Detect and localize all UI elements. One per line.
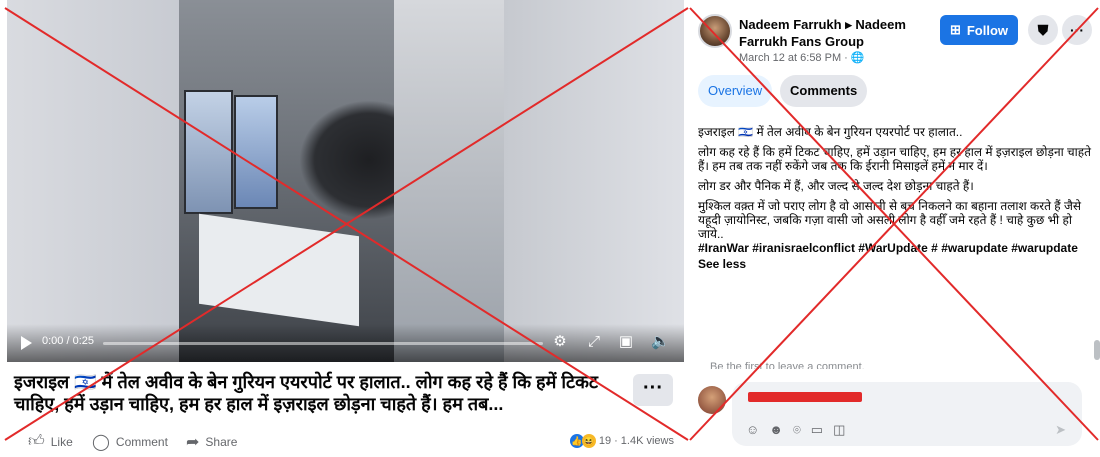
follow-label: Follow [966,22,1009,38]
first-comment-prompt: Be the first to leave a comment. [710,361,865,369]
scene-fridge [184,90,233,214]
gif-icon[interactable]: ▭ [811,422,823,438]
share-button[interactable]: ➦ Share [186,432,237,452]
play-icon[interactable] [21,336,32,350]
post-actions: 👍︎ Like ◯ Comment ➦ Share 👍 😆 19 · 1.4K … [0,424,688,457]
scrollbar[interactable] [1094,340,1100,360]
tab-overview[interactable]: Overview [698,75,773,107]
emoji-icon[interactable]: ☻ [769,422,783,438]
like-icon: 👍︎ [28,433,45,450]
more-options-button[interactable]: ··· [633,374,673,406]
follow-icon: ⊞ [949,22,961,37]
video-controls: 0:00 / 0:25 ⚙ ⤢ ▣ 🔈 [7,324,684,362]
reaction-count[interactable]: 19 [599,435,611,447]
send-icon[interactable]: ➤ [1055,422,1066,438]
more-icon[interactable]: ··· [1062,15,1092,45]
camera-icon[interactable]: ⌾ [793,422,801,438]
fullscreen-icon[interactable]: ⤢ [585,333,603,351]
comment-label: Comment [115,435,168,449]
miniplayer-icon[interactable]: ▣ [617,333,635,351]
sticker-icon[interactable]: ◫ [833,422,845,438]
scene-fridge [234,95,278,209]
post-details-panel: Nadeem Farrukh ▸ Nadeem Farrukh Fans Gro… [688,0,1100,457]
haha-reaction-icon: 😆 [581,434,596,448]
video-blur-left [7,0,179,362]
volume-icon[interactable]: 🔈 [651,333,670,351]
description-paragraph: मुश्किल वक़्त में जो पराए लोग है वो आसान… [698,199,1081,241]
comment-tools: ☺ ☻ ⌾ ▭ ◫ [746,422,845,438]
scene-wall [394,0,504,362]
video-time: 0:00 / 0:25 [42,335,94,347]
see-less-link[interactable]: See less [698,257,1092,271]
avatar-sticker-icon[interactable]: ☺ [746,422,759,438]
post-date[interactable]: March 12 at 6:58 PM · 🌐 [739,51,865,64]
video-blur-right [504,0,684,362]
tab-comments[interactable]: Comments [780,75,868,107]
description-paragraph: लोग डर और पैनिक में हैं, और जल्द से जल्द… [698,179,974,193]
share-label: Share [205,435,238,449]
video-player[interactable]: 0:00 / 0:25 ⚙ ⤢ ▣ 🔈 [7,0,684,362]
follow-button[interactable]: ⊞ Follow [940,15,1018,45]
video-frame [179,0,504,362]
like-button[interactable]: 👍︎ Like [28,432,73,451]
comment-button[interactable]: ◯ Comment [92,432,168,452]
view-count: · 1.4K views [614,435,674,447]
post-stats: 👍 😆 19 · 1.4K views [569,434,674,448]
shield-icon[interactable]: ⛊ [1028,15,1058,45]
description-paragraph: लोग कह रहे हैं कि हमें टिकट चाहिए, हमें … [698,145,1091,173]
commenter-avatar [698,386,726,414]
post-description: इजराइल 🇮🇱 में तेल अवीव के बेन गुरियन एयर… [698,125,1092,271]
like-label: Like [50,434,73,449]
comment-input[interactable]: ☺ ☻ ⌾ ▭ ◫ ➤ [732,382,1082,446]
settings-icon[interactable]: ⚙ [551,333,569,351]
author-name[interactable]: Nadeem Farrukh ▸ Nadeem Farrukh Fans Gro… [739,16,929,50]
hashtags[interactable]: #IranWar #iranisraelconflict #WarUpdate … [698,241,1092,255]
description-paragraph: इजराइल 🇮🇱 में तेल अवीव के बेन गुरियन एयर… [698,125,963,139]
comment-icon: ◯ [92,434,110,451]
post-title: इजराइल 🇮🇱 में तेल अवीव के बेन गुरियन एयर… [14,372,598,414]
video-progress-bar[interactable] [103,342,543,345]
scene-counter [199,213,359,327]
video-panel: 0:00 / 0:25 ⚙ ⤢ ▣ 🔈 इजराइल 🇮🇱 में तेल अव… [0,0,688,457]
author-avatar[interactable] [698,14,732,48]
redacted-placeholder [748,392,862,402]
share-icon: ➦ [186,434,200,451]
